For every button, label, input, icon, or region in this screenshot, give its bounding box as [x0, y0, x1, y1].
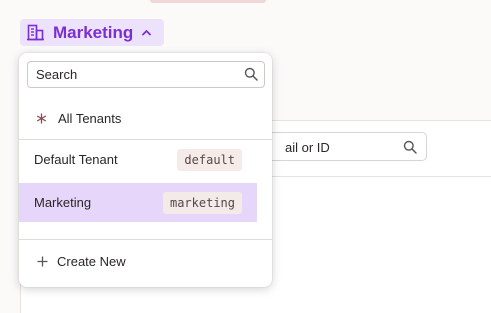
- tenant-option-label: Marketing: [34, 195, 92, 210]
- scrollbar[interactable]: [257, 140, 272, 240]
- tenant-option-label: Default Tenant: [34, 152, 118, 167]
- asterisk-icon: [36, 113, 47, 123]
- building-icon: [27, 24, 44, 41]
- background-search-input[interactable]: ail or ID: [251, 132, 427, 161]
- divider: [19, 239, 272, 240]
- tenant-slug-badge: marketing: [162, 191, 242, 214]
- top-accent-bar: [150, 0, 266, 3]
- background-search-text: ail or ID: [285, 140, 330, 155]
- create-tenant-button[interactable]: Create New: [19, 241, 272, 281]
- tenant-dropdown: All Tenants Default Tenant default Marke…: [19, 53, 272, 287]
- create-new-label: Create New: [57, 253, 126, 269]
- tenant-switcher-button[interactable]: Marketing: [20, 19, 164, 46]
- plus-icon: [37, 256, 48, 266]
- all-tenants-label: All Tenants: [58, 110, 122, 126]
- chevron-up-icon: [142, 30, 152, 36]
- tenant-option-marketing[interactable]: Marketing marketing: [19, 183, 257, 222]
- tenant-option-default[interactable]: Default Tenant default: [19, 140, 257, 179]
- search-icon: [403, 140, 417, 154]
- all-tenants-option[interactable]: All Tenants: [19, 97, 272, 139]
- tenant-slug-badge: default: [177, 148, 242, 171]
- tenant-search-input[interactable]: [27, 61, 265, 88]
- current-tenant-label: Marketing: [53, 22, 134, 42]
